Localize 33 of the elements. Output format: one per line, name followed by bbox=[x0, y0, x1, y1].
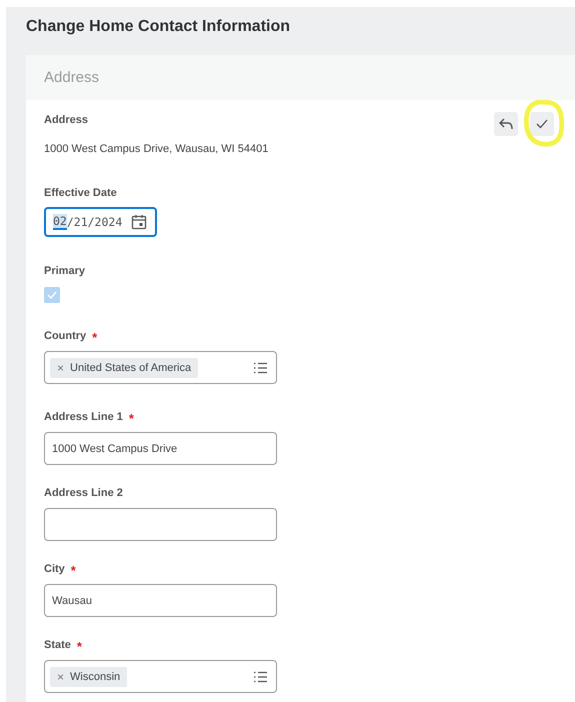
check-icon bbox=[536, 119, 548, 129]
field-label: Address Line 1 bbox=[44, 411, 123, 425]
list-icon[interactable] bbox=[253, 670, 268, 682]
undo-button[interactable] bbox=[494, 112, 518, 136]
required-marker: * bbox=[128, 411, 134, 425]
select-field[interactable]: × Wisconsin bbox=[44, 660, 277, 693]
page-title: Change Home Contact Information bbox=[25, 17, 292, 37]
chip-text: Wisconsin bbox=[70, 670, 120, 682]
required-marker: * bbox=[92, 330, 98, 344]
calendar-icon[interactable] bbox=[131, 214, 147, 230]
input-field[interactable] bbox=[44, 508, 277, 541]
chip-text: United States of America bbox=[70, 362, 192, 374]
confirm-button[interactable] bbox=[530, 112, 554, 136]
field-label: Primary bbox=[44, 265, 85, 279]
remove-icon[interactable]: × bbox=[57, 670, 64, 684]
required-marker: * bbox=[76, 639, 82, 653]
field-label: Address bbox=[44, 114, 88, 128]
field-label: Country bbox=[44, 330, 86, 344]
field-label: State bbox=[44, 639, 71, 653]
undo-icon bbox=[499, 118, 513, 130]
address-value: 1000 West Campus Drive, Wausau, WI 54401 bbox=[44, 143, 270, 157]
check-icon bbox=[47, 291, 57, 299]
field-label: Effective Date bbox=[44, 187, 117, 201]
input-field[interactable]: 1000 West Campus Drive bbox=[44, 432, 277, 465]
select-field[interactable]: × United States of America bbox=[44, 351, 277, 384]
required-marker: * bbox=[70, 563, 76, 577]
field-label: Address Line 2 bbox=[44, 487, 123, 501]
list-icon[interactable] bbox=[253, 362, 268, 374]
field-label: City bbox=[44, 563, 65, 577]
remove-icon[interactable]: × bbox=[57, 360, 64, 374]
date-field[interactable]: 02/21/2024 bbox=[44, 207, 157, 237]
section-header: Address bbox=[26, 55, 575, 100]
input-field[interactable]: Wausau bbox=[44, 584, 277, 617]
